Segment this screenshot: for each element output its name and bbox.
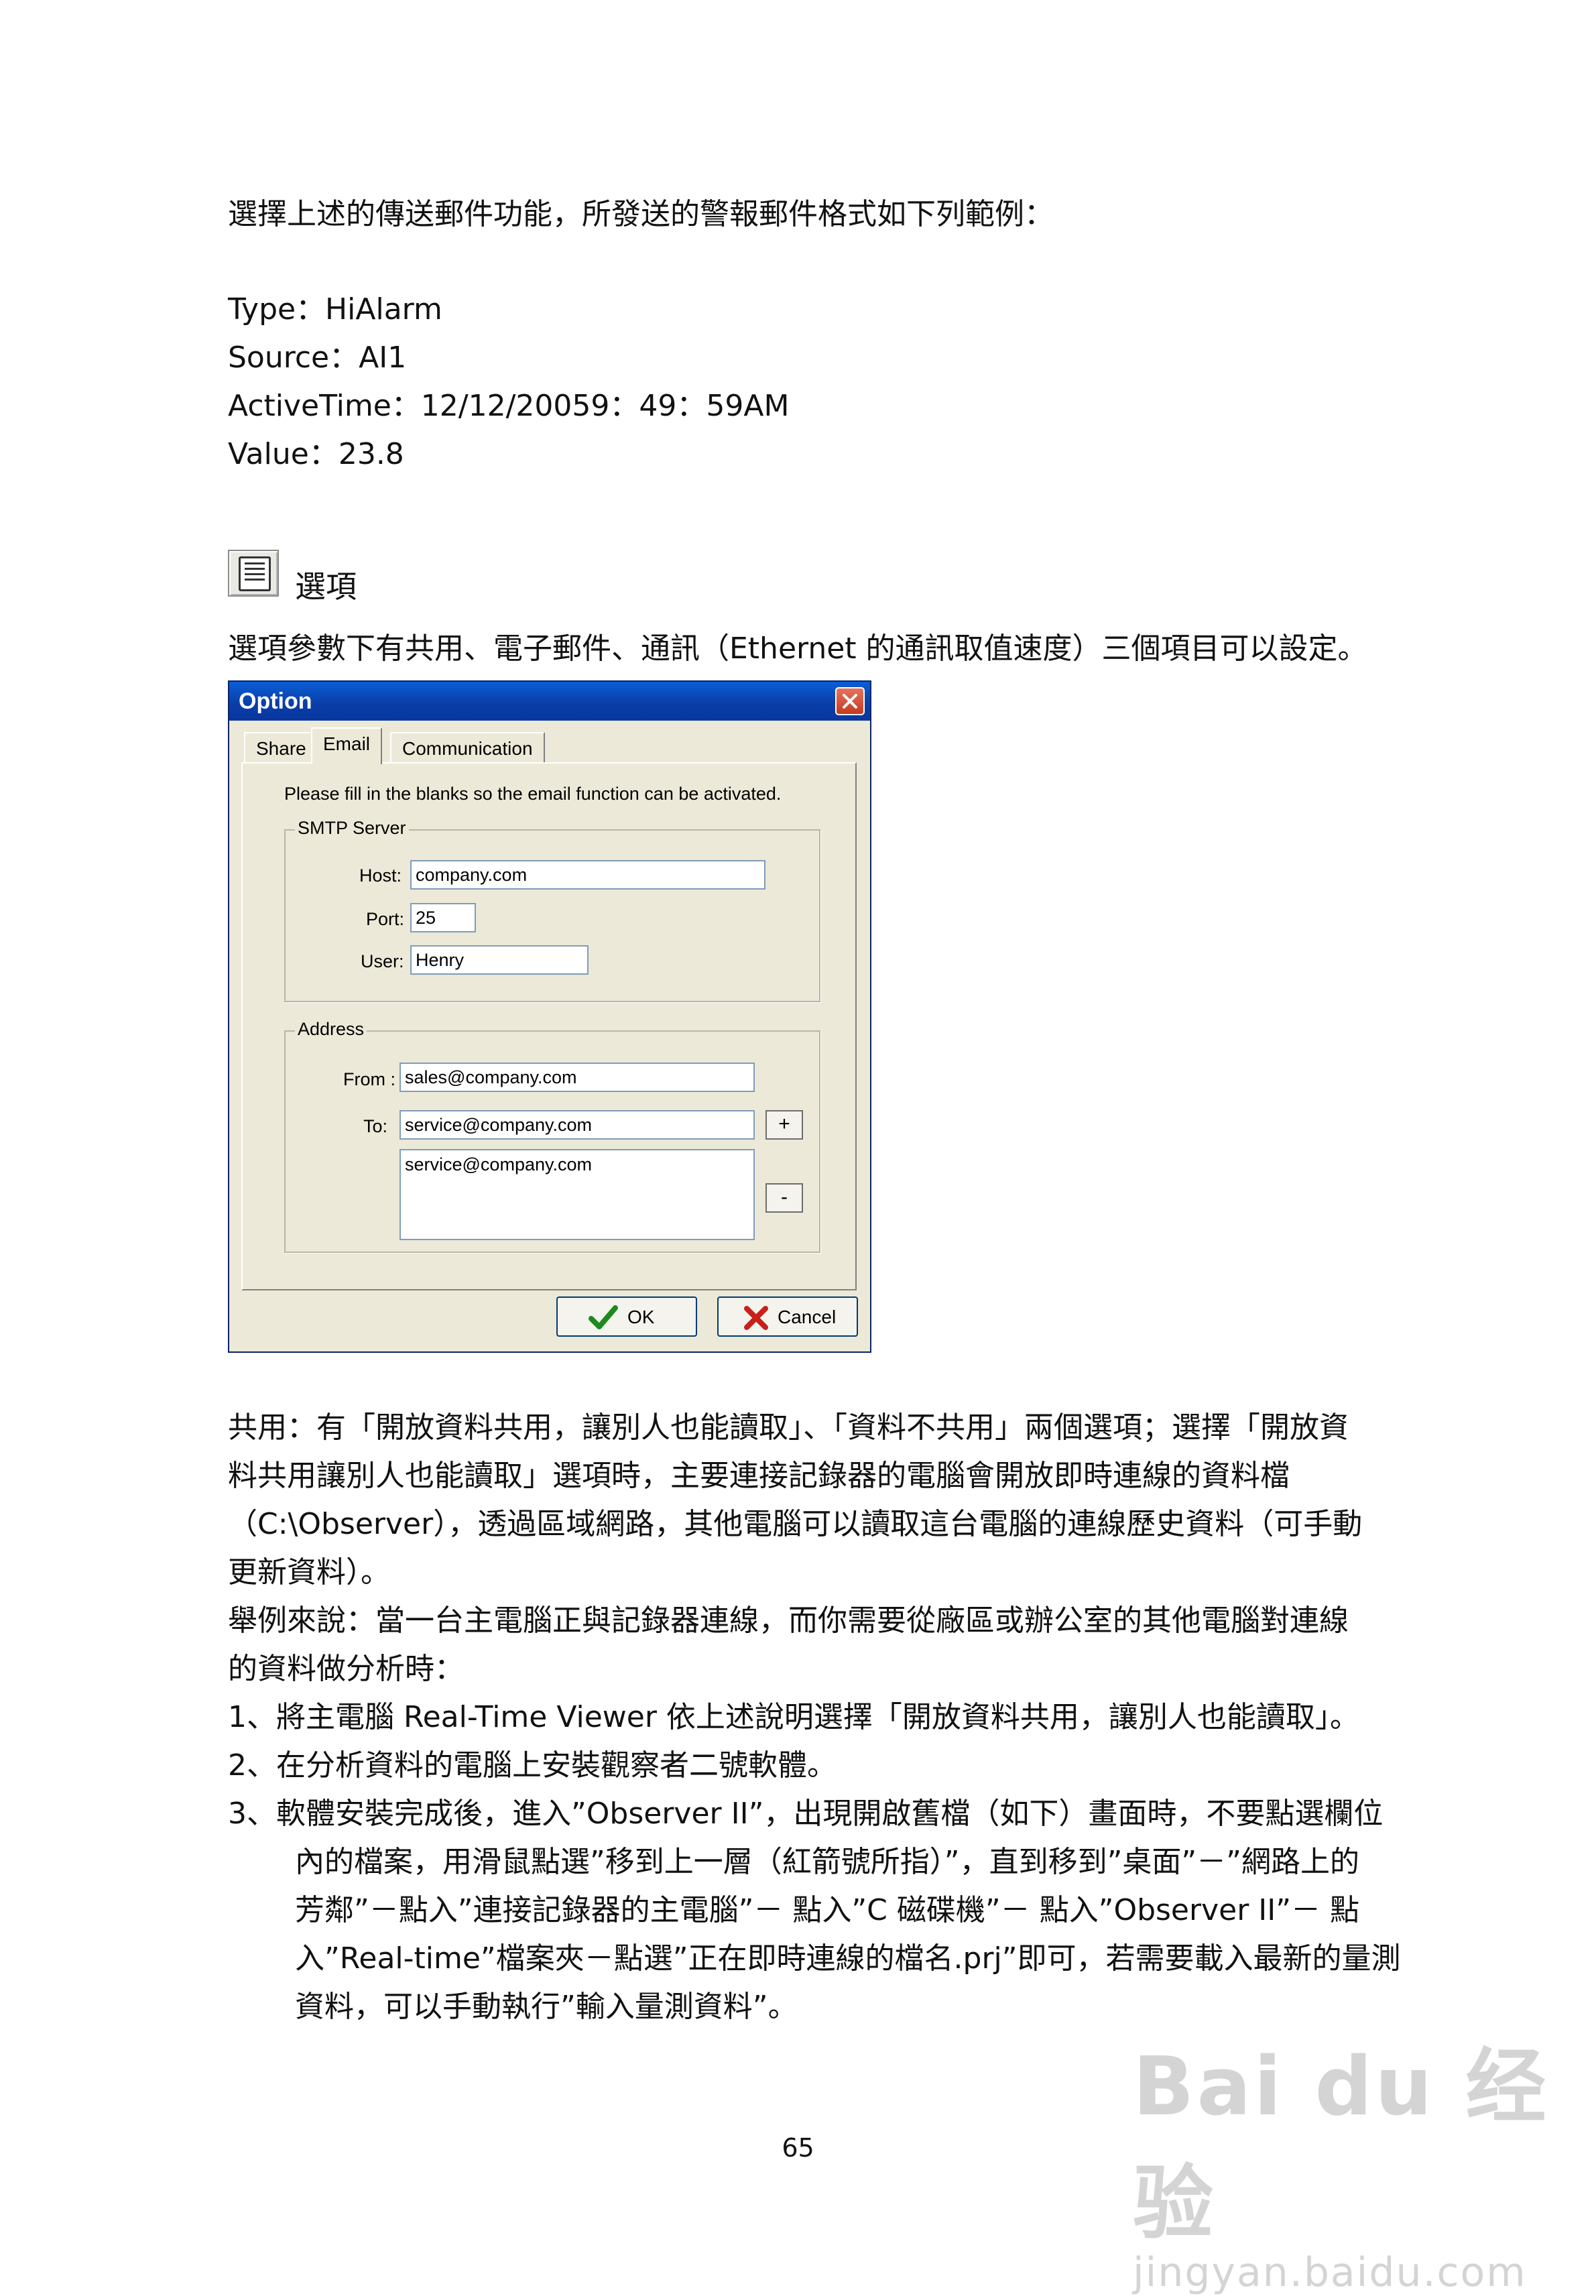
user-input[interactable]: Henry — [410, 945, 589, 975]
smtp-server-group: SMTP Server Host: company.com Port: 25 U… — [284, 818, 820, 1002]
user-label: User: — [361, 951, 404, 971]
step-3-cont: 芳鄰”－點入”連接記錄器的主電腦”－ 點入”C 磁碟機”－ 點入”Observe… — [295, 1893, 1360, 1927]
step-3-cont: 資料，可以手動執行”輸入量測資料”。 — [295, 1990, 798, 2024]
ok-label: OK — [627, 1307, 655, 1327]
dialog-titlebar[interactable]: Option — [229, 682, 870, 721]
host-input[interactable]: company.com — [410, 860, 765, 890]
check-icon — [589, 1305, 618, 1329]
step-3: 3、軟體安裝完成後，進入”Observer II”，出現開啟舊檔（如下）畫面時，… — [228, 1797, 1384, 1831]
body-line: 的資料做分析時： — [228, 1652, 464, 1686]
watermark-logo: Bai du 经验 — [1133, 2041, 1549, 2250]
recipient-list-item[interactable]: service@company.com — [405, 1153, 753, 1176]
dialog-title: Option — [239, 688, 312, 714]
address-group-title: Address — [295, 1019, 367, 1040]
alarm-value: Value：23.8 — [228, 437, 404, 471]
to-input[interactable]: service@company.com — [400, 1110, 755, 1140]
step-1: 1、將主電腦 Real-Time Viewer 依上述說明選擇「開放資料共用，讓… — [228, 1700, 1359, 1734]
alarm-type: Type：HiAlarm — [228, 292, 442, 326]
ok-button[interactable]: OK — [556, 1296, 697, 1337]
alarm-source: Source：AI1 — [228, 341, 407, 375]
section-description: 選項參數下有共用、電子郵件、通訊（Ethernet 的通訊取值速度）三個項目可以… — [228, 631, 1367, 666]
step-3-cont: 入”Real-time”檔案夾－點選”正在即時連線的檔名.prj”即可，若需要載… — [295, 1941, 1401, 1976]
recipient-list[interactable]: service@company.com — [400, 1149, 755, 1240]
options-notepad-icon — [228, 550, 279, 597]
intro-text: 選擇上述的傳送郵件功能，所發送的警報郵件格式如下列範例： — [228, 197, 1054, 231]
cancel-label: Cancel — [778, 1307, 837, 1327]
cancel-x-icon — [744, 1306, 768, 1330]
remove-recipient-button[interactable]: - — [765, 1183, 803, 1213]
to-label: To: — [363, 1116, 388, 1136]
body-line: （C:\Observer），透過區域網路，其他電腦可以讀取這台電腦的連線歷史資料… — [228, 1507, 1363, 1541]
close-button[interactable] — [835, 687, 865, 715]
from-input[interactable]: sales@company.com — [400, 1063, 755, 1092]
smtp-group-title: SMTP Server — [295, 818, 409, 839]
body-line: 料共用讓別人也能讀取」選項時，主要連接記錄器的電腦會開放即時連線的資料檔 — [228, 1459, 1290, 1493]
body-line: 更新資料）。 — [228, 1555, 390, 1589]
tab-share[interactable]: Share — [244, 732, 318, 763]
port-input[interactable]: 25 — [410, 903, 476, 932]
alarm-active-time: ActiveTime：12/12/20059：49：59AM — [228, 389, 790, 423]
close-icon — [843, 694, 857, 709]
tab-communication[interactable]: Communication — [390, 732, 545, 763]
from-label: From : — [343, 1069, 395, 1089]
option-dialog: Option Share Email Communication Please … — [228, 680, 871, 1353]
baidu-watermark: Bai du 经验 jingyan.baidu.com — [1133, 2021, 1596, 2296]
host-label: Host: — [359, 865, 402, 886]
add-recipient-button[interactable]: + — [765, 1110, 803, 1140]
tab-email[interactable]: Email — [311, 727, 383, 764]
step-3-cont: 內的檔案，用滑鼠點選”移到上一層（紅箭號所指）”，直到移到”桌面”－”網路上的 — [295, 1845, 1359, 1879]
body-line: 舉例來說：當一台主電腦正與記錄器連線，而你需要從廠區或辦公室的其他電腦對連線 — [228, 1604, 1349, 1638]
cancel-button[interactable]: Cancel — [717, 1296, 858, 1337]
email-panel: Please fill in the blanks so the email f… — [241, 762, 857, 1290]
watermark-url: jingyan.baidu.com — [1133, 2249, 1527, 2296]
port-label: Port: — [366, 909, 405, 929]
body-line: 共用：有「開放資料共用，讓別人也能讀取」、「資料不共用」兩個選項；選擇「開放資 — [228, 1410, 1349, 1445]
address-group: Address From : sales@company.com To: ser… — [284, 1019, 820, 1253]
section-title: 選項 — [295, 568, 357, 605]
email-hint: Please fill in the blanks so the email f… — [284, 784, 782, 804]
step-2: 2、在分析資料的電腦上安裝觀察者二號軟體。 — [228, 1748, 837, 1783]
